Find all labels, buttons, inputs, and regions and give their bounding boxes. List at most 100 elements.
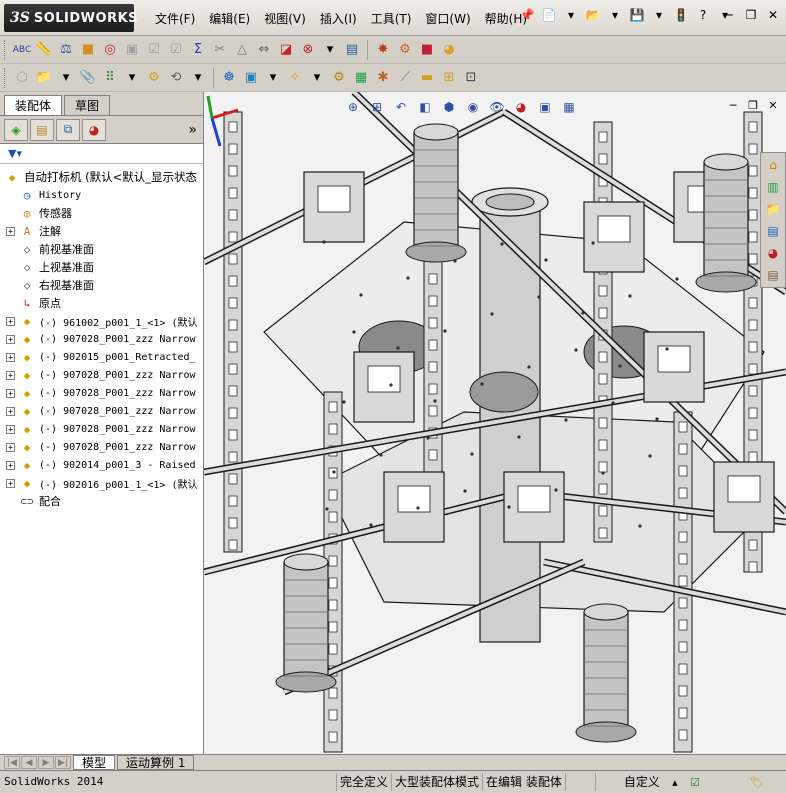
minimize-icon[interactable]: ─ (720, 6, 738, 24)
menu-window[interactable]: 窗口(W) (418, 10, 477, 28)
menu-edit[interactable]: 编辑(E) (202, 10, 257, 28)
bolt-hole[interactable] (480, 382, 484, 386)
bolt-hole[interactable] (527, 365, 531, 369)
tab-assembly[interactable]: 装配体 (4, 95, 63, 115)
expand-icon[interactable]: + (6, 388, 15, 398)
post-slot[interactable] (428, 273, 438, 285)
expand-icon[interactable]: + (6, 460, 15, 470)
post-slot[interactable] (228, 319, 238, 331)
post-slot[interactable] (748, 297, 758, 309)
marking-head-base[interactable] (695, 271, 757, 293)
post-slot[interactable] (228, 209, 238, 221)
post-slot[interactable] (748, 143, 758, 155)
tree-item[interactable]: + A 注解 (0, 222, 203, 240)
post-slot[interactable] (228, 385, 238, 397)
tree-item[interactable]: ◇ 前视基准面 (0, 240, 203, 258)
post-slot[interactable] (598, 307, 608, 319)
appearances-scenes-icon[interactable]: ◕ (763, 243, 783, 263)
draft-analysis-icon[interactable]: △ (232, 40, 252, 60)
dropdown-arrow-icon[interactable]: ▾ (606, 6, 624, 24)
display-manager-tab-icon[interactable]: ◕ (82, 118, 106, 141)
view-settings-icon[interactable]: ▦ (560, 98, 578, 116)
post-slot[interactable] (428, 361, 438, 373)
bolt-hole[interactable] (416, 506, 420, 510)
post-slot[interactable] (678, 443, 688, 455)
post-slot[interactable] (228, 187, 238, 199)
post-slot[interactable] (428, 449, 438, 461)
zoom-to-fit-icon[interactable]: ⊕ (344, 98, 362, 116)
post-slot[interactable] (598, 439, 608, 451)
tree-item[interactable]: ◎ 传感器 (0, 204, 203, 222)
tree-filter[interactable]: ▼▾ (0, 144, 203, 164)
bolt-hole[interactable] (655, 417, 659, 421)
bolt-hole[interactable] (470, 452, 474, 456)
tree-item[interactable]: + ◆ (-) 902015_p001_Retracted_ (0, 348, 203, 366)
post-slot[interactable] (228, 429, 238, 441)
section-view-icon[interactable]: ◧ (416, 98, 434, 116)
instant-3d-icon[interactable]: ⊡ (461, 68, 481, 88)
post-slot[interactable] (428, 295, 438, 307)
menu-insert[interactable]: 插入(I) (313, 10, 364, 28)
clearance-verification-icon[interactable]: ⊞ (439, 68, 459, 88)
expand-icon[interactable]: + (6, 478, 15, 488)
post-slot[interactable] (598, 153, 608, 165)
menu-tools[interactable]: 工具(T) (364, 10, 419, 28)
zoom-area-icon[interactable]: ⊞ (368, 98, 386, 116)
rebuild-status-icon[interactable]: ☑ (687, 774, 703, 790)
display-style-icon[interactable]: ◉ (464, 98, 482, 116)
bill-of-materials-icon[interactable]: ▦ (351, 68, 371, 88)
expand-icon[interactable]: + (6, 334, 15, 344)
bolt-hole[interactable] (638, 524, 642, 528)
bolt-hole[interactable] (537, 295, 541, 299)
post-slot[interactable] (678, 619, 688, 631)
bolt-hole[interactable] (507, 505, 511, 509)
post-slot[interactable] (748, 539, 758, 551)
bolt-hole[interactable] (490, 312, 494, 316)
tree-item[interactable]: + ◆ (-) 902016_p001_1_<1> (默认 (0, 474, 203, 492)
post-slot[interactable] (598, 483, 608, 495)
post-slot[interactable] (228, 165, 238, 177)
bolt-hole[interactable] (369, 523, 373, 527)
bracket-window[interactable] (517, 485, 551, 513)
simulation-icon[interactable]: ✸ (373, 40, 393, 60)
graphics-area[interactable]: ⊕ ⊞ ↶ ◧ ⬢ ◉ 👁 ◕ ▣ ▦ ─ ❐ ✕ ⌂ ▥ 📁 ▤ ◕ ▤ (204, 92, 786, 754)
post-slot[interactable] (598, 285, 608, 297)
marking-head-base[interactable] (575, 721, 637, 743)
post-slot[interactable] (228, 231, 238, 243)
post-slot[interactable] (228, 495, 238, 507)
tree-item[interactable]: + ◆ (-) 907028_P001_zzz Narrow (0, 438, 203, 456)
post-slot[interactable] (228, 473, 238, 485)
frame-post[interactable] (223, 111, 243, 553)
dropdown-arrow-icon[interactable]: ▾ (56, 68, 76, 88)
post-slot[interactable] (748, 341, 758, 353)
marking-head-top[interactable] (413, 123, 459, 141)
bolt-hole[interactable] (564, 418, 568, 422)
expand-icon[interactable]: + (6, 406, 15, 416)
previous-view-icon[interactable]: ↶ (392, 98, 410, 116)
toolbar-grip[interactable] (4, 67, 7, 88)
post-slot[interactable] (328, 687, 338, 699)
post-slot[interactable] (328, 489, 338, 501)
bolt-hole[interactable] (389, 383, 393, 387)
menu-file[interactable]: 文件(F) (148, 10, 202, 28)
bolt-hole[interactable] (500, 242, 504, 246)
post-slot[interactable] (428, 317, 438, 329)
post-slot[interactable] (748, 363, 758, 375)
column-top-inner[interactable] (485, 193, 535, 211)
design-library-icon[interactable]: ▥ (763, 177, 783, 197)
post-slot[interactable] (228, 363, 238, 375)
traffic-light-icon[interactable]: 🚦 (672, 6, 690, 24)
post-slot[interactable] (328, 599, 338, 611)
pin-icon[interactable]: 📌 (518, 6, 536, 24)
post-slot[interactable] (678, 707, 688, 719)
tree-item[interactable]: ◷ History (0, 186, 203, 204)
check-icon[interactable]: ◎ (100, 40, 120, 60)
post-slot[interactable] (328, 731, 338, 743)
bracket-window[interactable] (727, 475, 761, 503)
bracket-window[interactable] (657, 345, 691, 373)
dropdown-arrow-icon[interactable]: ▾ (320, 40, 340, 60)
insert-component-icon[interactable]: 📁 (34, 68, 54, 88)
dropdown-arrow-icon[interactable]: ▾ (263, 68, 283, 88)
measure-icon[interactable]: 📏 (34, 40, 54, 60)
property-manager-tab-icon[interactable]: ▤ (30, 118, 54, 141)
